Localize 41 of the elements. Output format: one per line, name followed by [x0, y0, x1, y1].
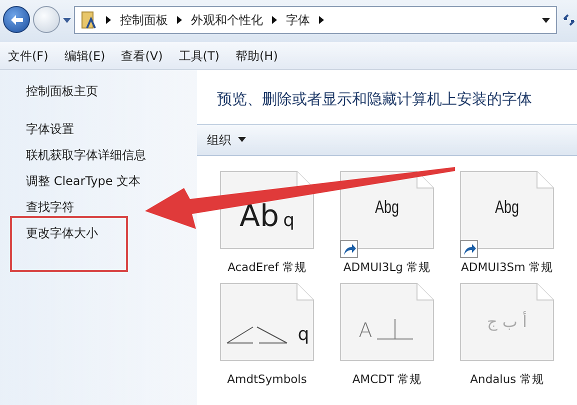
breadcrumb-arrow-icon[interactable] — [318, 15, 325, 25]
menu-item[interactable]: 文件(F) — [8, 46, 48, 64]
breadcrumb-arrow-icon[interactable] — [271, 15, 278, 25]
breadcrumb-arrow-icon[interactable] — [105, 15, 112, 25]
sidebar-link[interactable]: 调整 ClearType 文本 — [26, 172, 141, 190]
dropdown-caret-icon[interactable] — [542, 18, 550, 22]
sidebar-link[interactable]: 字体设置 — [26, 120, 74, 138]
font-preview: Ab — [239, 198, 280, 234]
breadcrumb-item[interactable]: 外观和个性化 — [191, 11, 263, 29]
font-preview: q — [283, 210, 294, 230]
font-name[interactable]: AcadEref 常规 — [212, 260, 322, 274]
sidebar-link[interactable]: 控制面板主页 — [26, 82, 98, 100]
back-button[interactable] — [3, 6, 30, 33]
font-preview: Abg — [375, 198, 399, 216]
font-name[interactable]: Andalus 常规 — [452, 372, 562, 386]
breadcrumb-item[interactable]: 控制面板 — [120, 11, 168, 29]
font-name[interactable]: AMCDT 常规 — [332, 372, 442, 386]
line-drawing — [375, 318, 416, 340]
font-name[interactable]: ADMUI3Sm 常规 — [452, 260, 562, 274]
back-arrow-icon — [10, 14, 24, 26]
page-heading: 预览、删除或者显示和隐藏计算机上安装的字体 — [216, 89, 533, 110]
breadcrumb-item[interactable]: 字体 — [286, 11, 310, 29]
menu-item[interactable]: 查看(V) — [121, 46, 163, 64]
address-bar[interactable]: 控制面板 外观和个性化 字体 — [74, 6, 557, 34]
font-preview: A — [358, 320, 372, 340]
dropdown-caret-icon[interactable] — [238, 137, 246, 142]
organize-menu[interactable]: 组织 — [207, 130, 231, 148]
menu-item[interactable]: 帮助(H) — [236, 46, 278, 64]
font-preview: q — [298, 326, 310, 344]
sidebar-link[interactable]: 查找字符 — [26, 198, 74, 216]
font-name[interactable]: AmdtSymbols — [212, 372, 322, 386]
sidebar-link[interactable]: 联机获取字体详细信息 — [26, 146, 146, 164]
breadcrumb-arrow-icon[interactable] — [176, 15, 183, 25]
refresh-icon[interactable] — [562, 13, 576, 27]
menu-item[interactable]: 编辑(E) — [64, 46, 106, 64]
font-preview: Abg — [495, 198, 519, 216]
menu-item[interactable]: 工具(T) — [178, 46, 220, 64]
sidebar-link[interactable]: 更改字体大小 — [26, 224, 98, 242]
font-name[interactable]: ADMUI3Lg 常规 — [332, 260, 442, 274]
folder-font-icon — [81, 11, 97, 29]
font-preview: أ ب ج — [486, 312, 527, 331]
